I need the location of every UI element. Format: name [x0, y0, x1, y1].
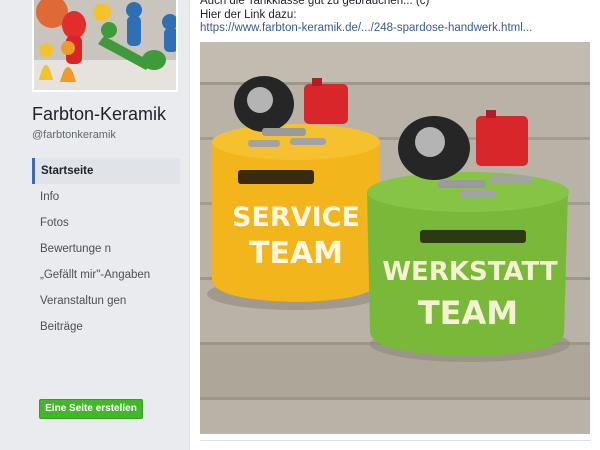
- post-text: Auch die Tankklasse gut zu gebrauchen...…: [200, 0, 429, 22]
- left-sidebar: Farbton-Keramik @farbtonkeramik Startsei…: [0, 0, 189, 450]
- post-photo[interactable]: SERVICE TEAM WERKSTATT TEAM: [200, 42, 590, 434]
- nav-item-veranstaltungen[interactable]: Veranstaltun gen: [32, 288, 180, 314]
- post-link[interactable]: https://www.farbton-keramik.de/.../248-s…: [200, 22, 532, 34]
- page-handle[interactable]: @farbtonkeramik: [32, 129, 116, 141]
- post-card: Auch die Tankklasse gut zu gebrauchen...…: [189, 0, 600, 450]
- nav-item-bewertungen[interactable]: Bewertunge n: [32, 236, 180, 262]
- nav-item-beitraege[interactable]: Beiträge: [32, 314, 180, 340]
- page-navigation: Startseite Info Fotos Bewertunge n „Gefä…: [32, 158, 180, 340]
- green-jar-text-1: WERKSTATT: [382, 257, 557, 287]
- yellow-jar-text-2: TEAM: [249, 236, 343, 271]
- money-boxes-image: SERVICE TEAM WERKSTATT TEAM: [200, 42, 590, 434]
- profile-picture[interactable]: [32, 0, 178, 92]
- yellow-jar-text-1: SERVICE: [232, 202, 360, 233]
- nav-item-gefaellt-mir[interactable]: „Gefällt mir"-Angaben: [32, 262, 180, 288]
- board-game-pieces-image: [34, 0, 176, 90]
- create-page-button[interactable]: Eine Seite erstellen: [39, 399, 143, 419]
- nav-item-info[interactable]: Info: [32, 184, 180, 210]
- post-actions-divider: [200, 440, 590, 450]
- page-title[interactable]: Farbton-Keramik: [32, 104, 166, 125]
- post-text-line-1: Auch die Tankklasse gut zu gebrauchen...…: [200, 0, 430, 7]
- post-text-line-2: Hier der Link dazu:: [200, 9, 297, 21]
- nav-item-startseite[interactable]: Startseite: [32, 158, 180, 184]
- nav-item-fotos[interactable]: Fotos: [32, 210, 180, 236]
- green-jar-text-2: TEAM: [418, 294, 518, 332]
